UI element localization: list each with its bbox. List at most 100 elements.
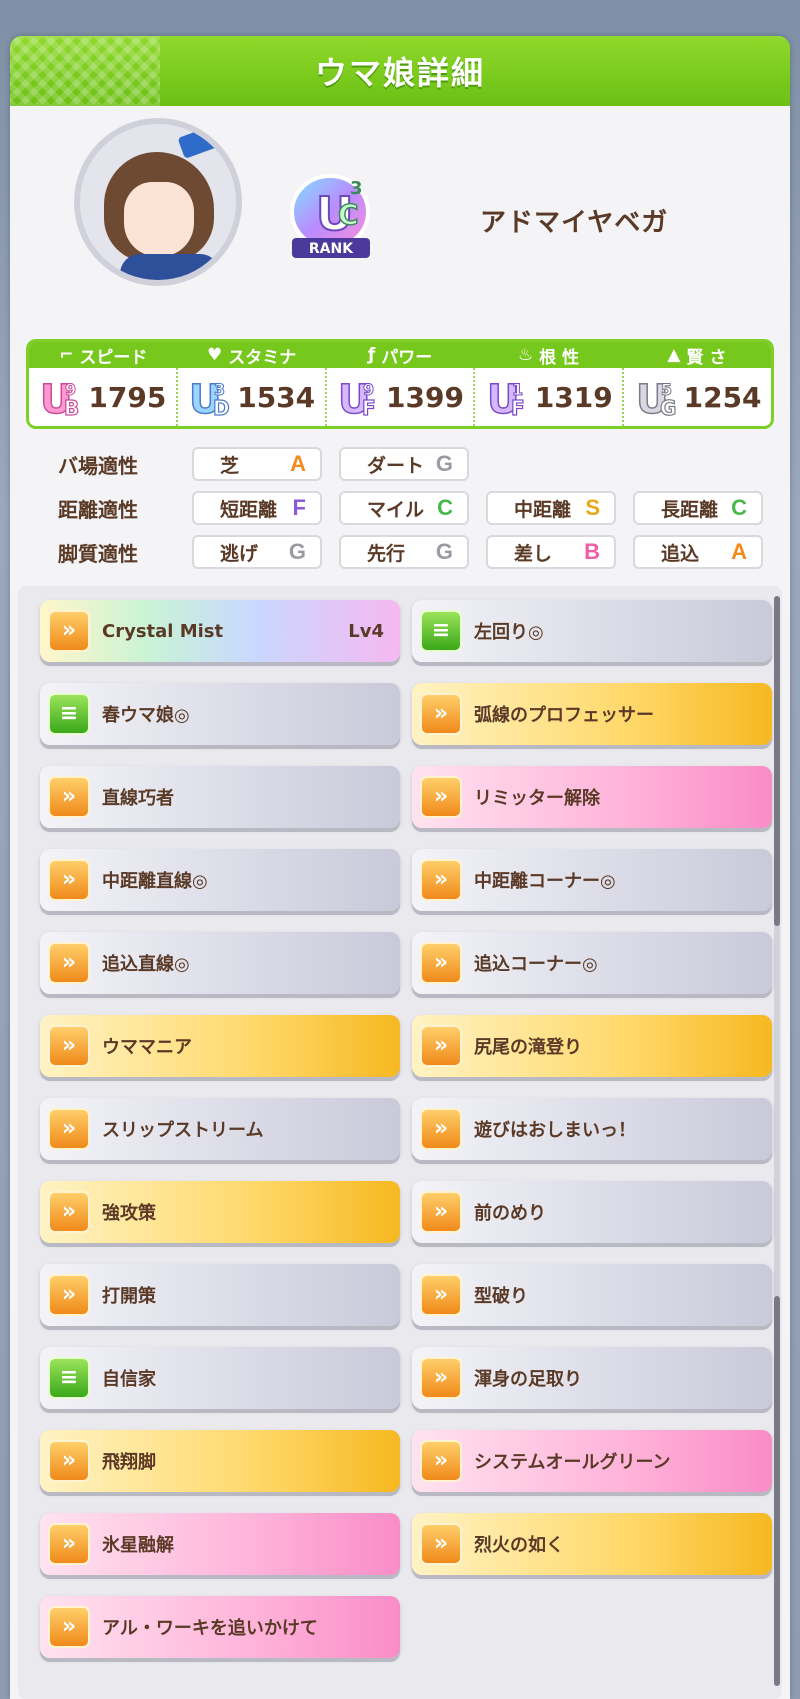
- skill-item[interactable]: » 弧線のプロフェッサー: [412, 683, 772, 745]
- stat-label: スピード: [79, 347, 148, 368]
- skill-name: 中距離コーナー◎: [474, 871, 616, 892]
- speed-skill-icon: »: [420, 1025, 462, 1067]
- speed-skill-icon: »: [420, 1357, 462, 1399]
- grade-letter: F: [362, 396, 376, 419]
- stat-cell-2: U 9 F 1399: [327, 368, 476, 426]
- skill-item[interactable]: » アル・ワーキを追いかけて: [40, 1596, 400, 1658]
- skill-item[interactable]: » 型破り: [412, 1264, 772, 1326]
- skill-item[interactable]: » 直線巧者: [40, 766, 400, 828]
- scrollbar[interactable]: [774, 596, 780, 1686]
- green-skill-icon: ≡: [48, 693, 90, 735]
- skill-item[interactable]: » 氷星融解: [40, 1513, 400, 1575]
- stat-label: パワー: [381, 347, 433, 368]
- stats-table: ⌐ スピード ♥ スタミナ ƒ パワー ♨ 根 性 ▲ 賢 さ U 9 B 1795 U 3 D 1534 U 9 F…: [26, 339, 774, 429]
- skill-name: 春ウマ娘◎: [102, 705, 190, 726]
- character-name: アドマイヤベガ: [480, 208, 669, 238]
- stat-header-3: ♨ 根 性: [474, 342, 622, 368]
- speed-skill-icon: »: [420, 1108, 462, 1150]
- stat-value: 1254: [683, 380, 762, 414]
- speed-skill-icon: »: [48, 610, 90, 652]
- skill-name: 渾身の足取り: [474, 1369, 582, 1390]
- skill-name: 弧線のプロフェッサー: [474, 705, 654, 726]
- skill-item[interactable]: » 飛翔脚: [40, 1430, 400, 1492]
- aptitude-grade: S: [585, 495, 600, 520]
- speed-skill-icon: »: [48, 942, 90, 984]
- skill-name: 飛翔脚: [102, 1452, 156, 1473]
- rank-letter-c: C: [338, 198, 359, 231]
- rank-label: RANK: [309, 241, 354, 257]
- stat-grade-badge: U9B: [40, 376, 81, 419]
- grade-letter: G: [660, 396, 676, 419]
- skill-item[interactable]: » 遊びはおしまいっ！: [412, 1098, 772, 1160]
- skill-item[interactable]: » 尻尾の滝登り: [412, 1015, 772, 1077]
- skill-name: 強攻策: [102, 1203, 156, 1224]
- aptitude-grade: F: [292, 495, 306, 520]
- skill-item[interactable]: » 打開策: [40, 1264, 400, 1326]
- skill-name: Crystal Mist: [102, 620, 224, 642]
- stat-grade-badge: U3D: [188, 376, 230, 419]
- character-avatar[interactable]: [74, 118, 242, 286]
- skill-name: 追込直線◎: [102, 954, 190, 975]
- skill-list[interactable]: » Crystal Mist Lv4 ≡ 春ウマ娘◎ » 直線巧者 » 中距離直線◎ » 追込直線◎…: [18, 586, 782, 1699]
- track-aptitude-row: バ場適性 芝 A ダート G: [38, 442, 780, 486]
- aptitude-grade: B: [584, 539, 600, 564]
- speed-skill-icon: »: [420, 693, 462, 735]
- aptitude-name: 逃げ: [220, 542, 259, 565]
- skill-name: システムオールグリーン: [474, 1452, 671, 1473]
- speed-skill-icon: »: [420, 1274, 462, 1316]
- stat-value: 1319: [534, 380, 613, 414]
- grade-letter: F: [511, 396, 525, 419]
- skill-name: 中距離直線◎: [102, 871, 208, 892]
- skill-name: アル・ワーキを追いかけて: [102, 1618, 318, 1639]
- skill-item[interactable]: » システムオールグリーン: [412, 1430, 772, 1492]
- speed-skill-icon: »: [420, 1440, 462, 1482]
- skill-item[interactable]: ≡ 自信家: [40, 1347, 400, 1409]
- green-skill-icon: ≡: [48, 1357, 90, 1399]
- track-aptitude-label: バ場適性: [58, 453, 138, 478]
- track-aptitude-0: 芝A: [192, 447, 322, 481]
- skill-item[interactable]: » 烈火の如く: [412, 1513, 772, 1575]
- skill-item[interactable]: » 強攻策: [40, 1181, 400, 1243]
- stat-value: 1795: [88, 380, 167, 414]
- mortarboard-icon: ▲: [667, 345, 681, 365]
- scrollbar-thumb[interactable]: [774, 596, 780, 926]
- skill-item[interactable]: ≡ 春ウマ娘◎: [40, 683, 400, 745]
- speed-skill-icon: »: [48, 1606, 90, 1648]
- stat-value: 1534: [237, 380, 316, 414]
- aptitude-grade: C: [731, 495, 747, 520]
- speed-skill-icon: »: [48, 1440, 90, 1482]
- skill-item[interactable]: » 追込コーナー◎: [412, 932, 772, 994]
- rank-tier: 3: [350, 178, 363, 199]
- skill-item[interactable]: » 中距離コーナー◎: [412, 849, 772, 911]
- skill-item[interactable]: » 渾身の足取り: [412, 1347, 772, 1409]
- distance-aptitude-2: 中距離 S: [486, 491, 616, 525]
- stat-label: 根 性: [539, 347, 579, 368]
- stat-grade-badge: U1F: [486, 376, 525, 419]
- speed-skill-icon: »: [48, 1025, 90, 1067]
- scrollbar-thumb-lower[interactable]: [774, 1296, 780, 1686]
- skill-name: 直線巧者: [102, 788, 174, 809]
- skill-item[interactable]: » 中距離直線◎: [40, 849, 400, 911]
- skill-item[interactable]: » Crystal Mist Lv4: [40, 600, 400, 662]
- skill-name: 尻尾の滝登り: [474, 1037, 582, 1058]
- stat-cell-0: U 9 B 1795: [29, 368, 178, 426]
- aptitude-name: 長距離: [661, 498, 719, 521]
- skill-item[interactable]: » 追込直線◎: [40, 932, 400, 994]
- skill-item[interactable]: » ウママニア: [40, 1015, 400, 1077]
- stat-cell-3: U 1 F 1319: [475, 368, 625, 426]
- grade-letter: B: [64, 396, 79, 419]
- shoe-icon: ⌐: [59, 345, 74, 365]
- speed-skill-icon: »: [420, 1523, 462, 1565]
- skill-item[interactable]: ≡ 左回り◎: [412, 600, 772, 662]
- skill-item[interactable]: » 前のめり: [412, 1181, 772, 1243]
- grade-letter: D: [213, 396, 230, 419]
- stat-grade-badge: U9F: [337, 376, 376, 419]
- skill-name: 左回り◎: [474, 622, 544, 643]
- skill-name: 氷星融解: [102, 1535, 174, 1556]
- skill-item[interactable]: » スリップストリーム: [40, 1098, 400, 1160]
- stat-cell-4: U 5 G 1254: [624, 368, 771, 426]
- stat-label: スタミナ: [228, 347, 297, 368]
- skill-item[interactable]: » リミッター解除: [412, 766, 772, 828]
- speed-skill-icon: »: [420, 859, 462, 901]
- speed-skill-icon: »: [420, 1191, 462, 1233]
